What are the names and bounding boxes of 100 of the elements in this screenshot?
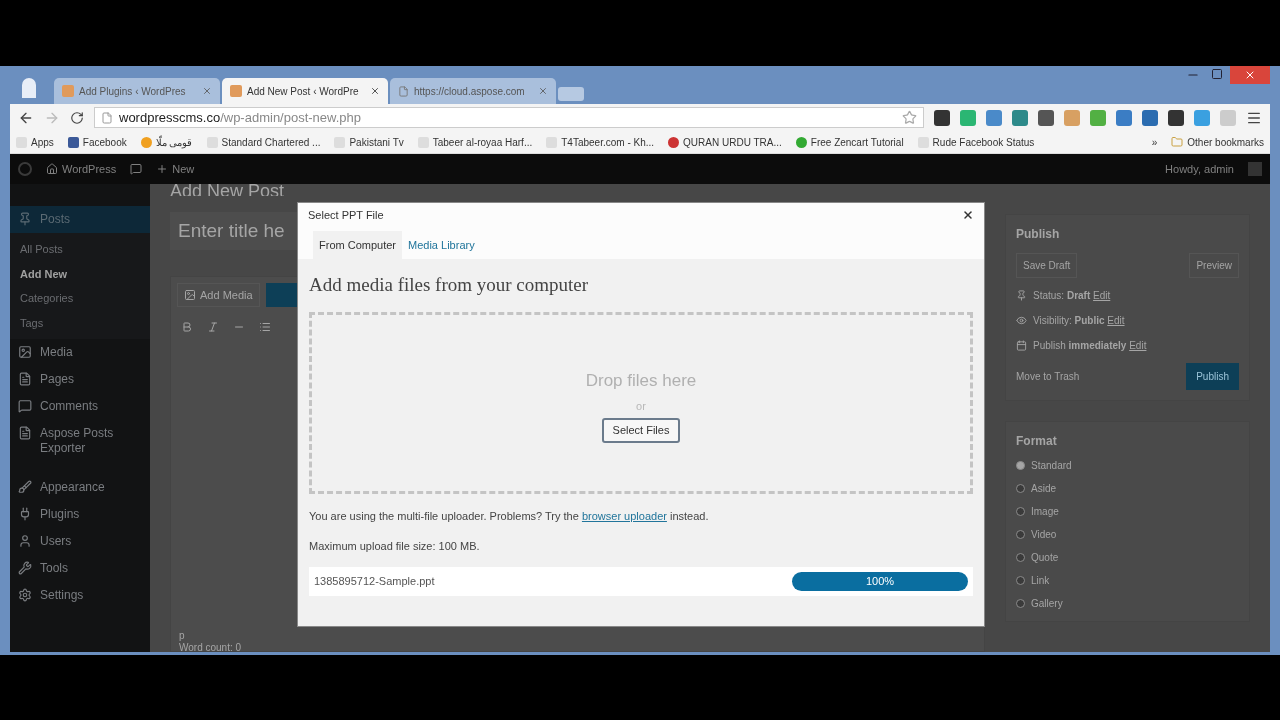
submenu-item[interactable]: Categories [10, 286, 150, 311]
home-icon [46, 163, 58, 175]
bookmark-icon [795, 136, 807, 148]
comments-icon[interactable] [130, 163, 143, 175]
radio-button[interactable] [1016, 576, 1025, 585]
greeting[interactable]: Howdy, admin [1165, 160, 1234, 178]
extension-icon[interactable] [1142, 109, 1158, 126]
sidebar-item[interactable]: Comments [10, 393, 150, 420]
bookmark-item[interactable]: Apps [16, 134, 54, 150]
meta-icon [1016, 315, 1027, 326]
radio-button[interactable] [1016, 530, 1025, 539]
menu-item-icon [18, 480, 32, 494]
menu-item-icon [18, 212, 32, 226]
menu-item-icon [18, 426, 32, 440]
select-files-button[interactable]: Select Files [601, 418, 681, 443]
favicon-icon [230, 85, 242, 97]
bookmark-icon [140, 136, 152, 148]
sidebar-item[interactable]: Aspose Posts Exporter [10, 420, 150, 462]
radio-button[interactable] [1016, 553, 1025, 562]
bookmark-item[interactable]: T4Tabeer.com - Kh... [546, 134, 655, 150]
publish-button[interactable]: Publish [1186, 363, 1239, 390]
sidebar-item[interactable]: Settings [10, 582, 150, 609]
submenu-item[interactable]: Tags [10, 310, 150, 335]
browser-tab[interactable]: https://cloud.aspose.com [390, 78, 556, 104]
wordpress-logo-icon[interactable] [18, 162, 32, 176]
menu-item-icon [18, 372, 32, 386]
sidebar-item[interactable]: Tools [10, 555, 150, 582]
submenu-item[interactable]: Add New [10, 261, 150, 286]
dialog-tab[interactable]: Media Library [402, 231, 481, 259]
format-option: Aside [1031, 481, 1056, 496]
progress-reading: 100% [864, 573, 896, 589]
bookmark-item[interactable]: Tabeer al-royaa Harf... [417, 134, 533, 150]
or-text: or [636, 398, 646, 414]
sidebar-item[interactable]: Posts [10, 206, 150, 233]
radio-button[interactable] [1016, 461, 1025, 470]
dialog-tab[interactable]: From Computer [313, 231, 403, 259]
box-title: Format [1016, 433, 1058, 450]
favicon-icon [62, 85, 74, 97]
menu-item-icon [18, 561, 32, 575]
format-option: Image [1031, 504, 1059, 519]
plus-icon [156, 163, 169, 175]
word-count: Word count: 0 [178, 643, 243, 651]
format-option: Standard [1031, 458, 1072, 473]
add-media-button[interactable]: Add Media [177, 283, 260, 307]
max-size-text: Maximum upload file size: 100 MB. [309, 539, 481, 554]
radio-button[interactable] [1016, 484, 1025, 493]
new-link[interactable]: New [172, 160, 195, 178]
bookmark-item[interactable]: Rude Facebook Status [917, 134, 1035, 150]
sidebar-item[interactable]: Pages [10, 366, 150, 393]
bookmark-item[interactable]: Other bookmarks [1171, 134, 1264, 150]
publish-meta: Visibility: Public Edit [1033, 314, 1125, 328]
drop-zone[interactable]: Drop files here or Select Files [309, 311, 973, 494]
dialog-title: Select PPT File [308, 207, 384, 223]
list-icon[interactable] [259, 321, 271, 333]
menu-item-icon [18, 345, 32, 359]
extension-icon[interactable] [934, 109, 950, 126]
reload-icon[interactable] [70, 110, 84, 125]
path-text: p [178, 629, 186, 643]
meta-icon [1016, 290, 1027, 301]
bookmark-star-icon[interactable] [902, 110, 917, 125]
bookmark-item[interactable]: قومی ملّا [140, 134, 193, 150]
save-draft-button[interactable]: Save Draft [1016, 253, 1078, 278]
folder-icon [1171, 136, 1184, 148]
browser-tab[interactable]: Add Plugins ‹ WordPres [54, 78, 220, 104]
trash-link[interactable]: Move to Trash [1016, 369, 1080, 384]
bookmark-item[interactable]: Facebook [67, 134, 127, 150]
sidebar-item[interactable]: Media [10, 339, 150, 366]
address-bar[interactable]: wordpresscms.co/wp-admin/post-new.php [94, 107, 924, 128]
menu-item-icon [18, 534, 32, 548]
sidebar-item[interactable]: Users [10, 528, 150, 555]
bold-icon[interactable] [181, 321, 193, 333]
sidebar-item[interactable]: Appearance [10, 474, 150, 501]
file-name: 1385895712-Sample.ppt [314, 573, 435, 589]
publish-meta: Status: Draft Edit [1033, 289, 1111, 303]
bookmark-item[interactable]: Pakistani Tv [334, 134, 404, 150]
format-option: Link [1031, 573, 1050, 588]
close-icon[interactable] [370, 86, 380, 96]
bookmark-item[interactable]: Free Zencart Tutorial [795, 134, 904, 150]
drop-text: Drop files here [585, 370, 697, 392]
site-link[interactable]: WordPress [62, 160, 117, 178]
browser-tab[interactable]: Add New Post ‹ WordPre [222, 78, 388, 104]
close-icon[interactable] [962, 209, 974, 221]
extension-icon[interactable] [1038, 109, 1054, 126]
bookmark-item[interactable]: Standard Chartered ... [206, 134, 321, 150]
media-icon [184, 289, 196, 301]
bookmark-item[interactable]: QURAN URDU TRA... [668, 134, 782, 150]
more-bookmarks[interactable]: » [1151, 134, 1158, 150]
preview-button[interactable]: Preview [1189, 253, 1239, 278]
radio-button[interactable] [1016, 599, 1025, 608]
submenu-item[interactable]: All Posts [10, 237, 150, 262]
tab-title: Add New Post ‹ WordPre [247, 84, 360, 99]
close-icon [1244, 69, 1256, 81]
browser-uploader-link[interactable]: browser uploader [581, 509, 667, 522]
radio-button[interactable] [1016, 507, 1025, 516]
menu-item-icon [18, 399, 32, 413]
italic-icon[interactable] [207, 321, 219, 333]
publish-meta: Publish immediately Edit [1033, 339, 1147, 353]
format-option: Video [1031, 527, 1057, 542]
extension-icon[interactable] [1168, 109, 1184, 126]
sidebar-item[interactable]: Plugins [10, 501, 150, 528]
